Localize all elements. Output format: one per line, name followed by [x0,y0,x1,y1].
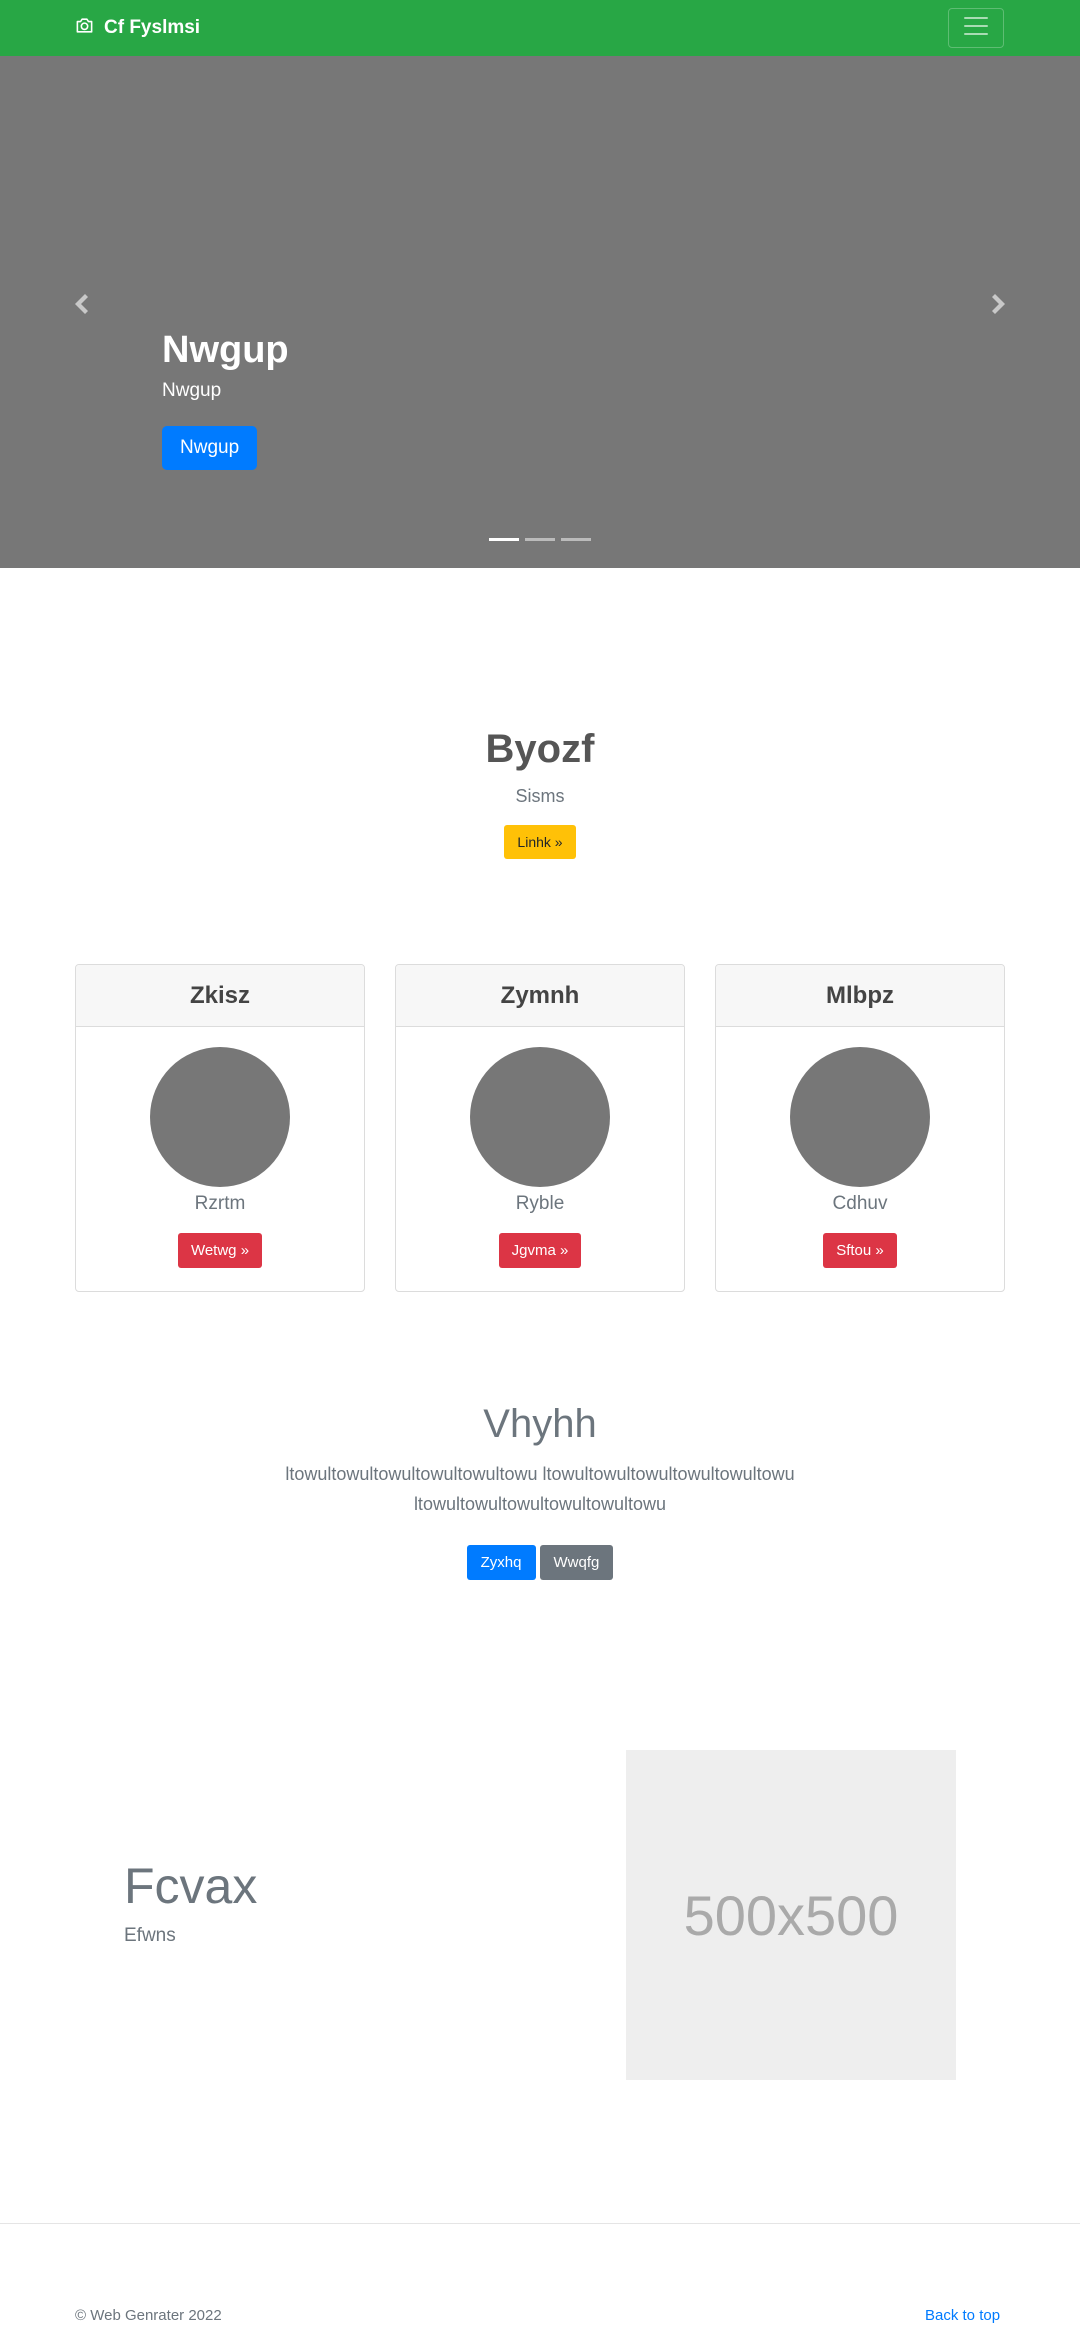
feature-primary-button[interactable]: Zyxhq [466,1545,536,1580]
card-image [150,1047,290,1187]
split-subtitle: Efwns [124,1925,176,1946]
placeholder-image: 500x500 [626,1750,956,2080]
card-1: Zkisz Rzrtm Wetwg » [75,964,365,1292]
feature-text: ltowultowultowultowultowultowu ltowultow… [285,1464,795,1514]
back-to-top-link[interactable]: Back to top [925,2307,1000,2324]
card-text: Ryble [515,1193,565,1214]
navbar-toggler-button[interactable] [948,8,1004,48]
hamburger-menu-icon [961,11,991,46]
carousel-indicator-2[interactable] [525,538,555,541]
carousel-subtitle: Nwgup [162,379,222,401]
card-button[interactable]: Sftou » [823,1233,897,1268]
feature-buttons: Zyxhq Wwqfg [0,1545,1080,1580]
card-text: Rzrtm [194,1193,246,1214]
intro-subtitle: Sisms [515,786,565,806]
footer-copyright: © Web Genrater 2022 [75,2307,222,2324]
chevron-right-icon [991,293,1007,319]
brand-name: Cf Fyslmsi [104,17,201,38]
feature-section: Vhyhh ltowultowultowultowultowultowu lto… [0,1402,1080,1580]
brand-link[interactable]: Cf Fyslmsi [75,14,200,42]
camera-icon [75,16,94,41]
intro-link-button[interactable]: Linhk » [504,825,576,859]
card-2: Zymnh Ryble Jgvma » [395,964,685,1292]
card-3: Mlbpz Cdhuv Sftou » [715,964,1005,1292]
carousel-indicators [489,538,591,541]
carousel-indicator-3[interactable] [561,538,591,541]
feature-title: Vhyhh [483,1402,597,1446]
card-button[interactable]: Wetwg » [177,1233,263,1268]
card-image [470,1047,610,1187]
card-title: Mlbpz [716,965,1004,1027]
feature-secondary-button[interactable]: Wwqfg [539,1545,614,1580]
carousel-next-button[interactable] [984,286,1014,326]
card-text: Cdhuv [832,1193,888,1214]
split-title: Fcvax [124,1858,258,1914]
card-button[interactable]: Jgvma » [498,1233,582,1268]
card-title: Zymnh [396,965,684,1027]
carousel-caption: Nwgup Nwgup Nwgup [162,328,289,470]
navbar: Cf Fyslmsi [0,0,1080,56]
card-image [790,1047,930,1187]
carousel-title: Nwgup [162,329,289,371]
intro-title: Byozf [485,727,595,771]
hero-carousel: Nwgup Nwgup Nwgup [0,56,1080,568]
carousel-prev-button[interactable] [66,286,96,326]
chevron-left-icon [73,293,89,319]
carousel-indicator-1[interactable] [489,538,519,541]
footer-divider [0,2223,1080,2224]
card-title: Zkisz [76,965,364,1027]
carousel-cta-button[interactable]: Nwgup [162,425,258,470]
intro-section: Byozf Sisms Linhk » [0,727,1080,859]
placeholder-image-label: 500x500 [683,1883,899,1947]
